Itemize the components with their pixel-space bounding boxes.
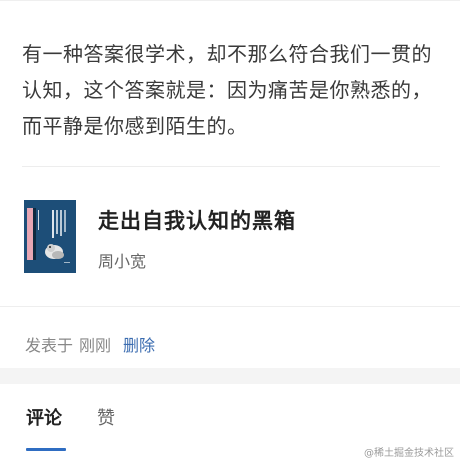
post-time: 刚刚 <box>79 336 112 355</box>
posted-label: 发表于 <box>25 336 74 355</box>
tab-comments[interactable]: 评论 <box>26 404 62 430</box>
watermark: @稀土掘金技术社区 <box>364 448 454 459</box>
book-card[interactable]: 走出自我认知的黑箱 周小宽 <box>22 196 442 282</box>
book-cover-art <box>24 200 76 273</box>
active-tab-indicator <box>26 448 66 451</box>
section-separator <box>0 368 460 384</box>
section-divider <box>0 306 460 307</box>
tab-likes[interactable]: 赞 <box>97 404 115 430</box>
book-cover-image <box>24 200 76 273</box>
section-divider <box>22 166 440 167</box>
book-author: 周小宽 <box>98 252 147 271</box>
book-title[interactable]: 走出自我认知的黑箱 <box>98 205 296 235</box>
top-divider <box>0 0 460 1</box>
post-text: 有一种答案很学术，却不那么符合我们一贯的认知，这个答案就是：因为痛苦是你熟悉的，… <box>22 42 432 138</box>
post-meta: 发表于 刚刚 删除 <box>25 332 155 355</box>
delete-link[interactable]: 删除 <box>123 336 155 355</box>
